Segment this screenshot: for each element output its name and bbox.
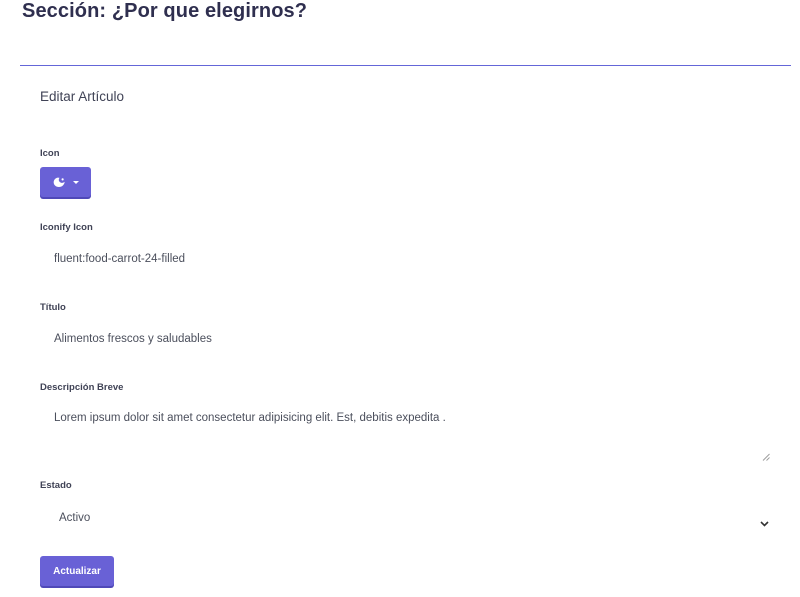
- titulo-label: Título: [40, 302, 66, 313]
- estado-select[interactable]: Activo: [40, 505, 772, 531]
- caret-down-icon: [72, 180, 79, 184]
- resize-grip-icon[interactable]: [762, 448, 770, 461]
- descripcion-text: Lorem ipsum dolor sit amet consectetur a…: [54, 412, 446, 424]
- iconify-icon-input[interactable]: fluent:food-carrot-24-filled: [54, 253, 185, 265]
- descripcion-label: Descripción Breve: [40, 382, 124, 393]
- moon-icon: [53, 177, 66, 188]
- icon-label: Icon: [40, 148, 60, 159]
- chevron-down-icon: [760, 514, 769, 532]
- estado-label: Estado: [40, 480, 72, 491]
- title-divider: [20, 65, 791, 66]
- descripcion-textarea[interactable]: Lorem ipsum dolor sit amet consectetur a…: [40, 402, 772, 461]
- titulo-input[interactable]: Alimentos frescos y saludables: [54, 333, 212, 345]
- page-title: Sección: ¿Por que elegirnos?: [22, 0, 308, 22]
- iconify-icon-label: Iconify Icon: [40, 222, 93, 233]
- icon-picker-button[interactable]: [40, 167, 91, 197]
- card-title: Editar Artículo: [40, 89, 125, 104]
- edit-article-page: Sección: ¿Por que elegirnos? Editar Artí…: [0, 0, 800, 597]
- estado-selected-value: Activo: [59, 512, 91, 524]
- actualizar-button[interactable]: Actualizar: [40, 556, 114, 586]
